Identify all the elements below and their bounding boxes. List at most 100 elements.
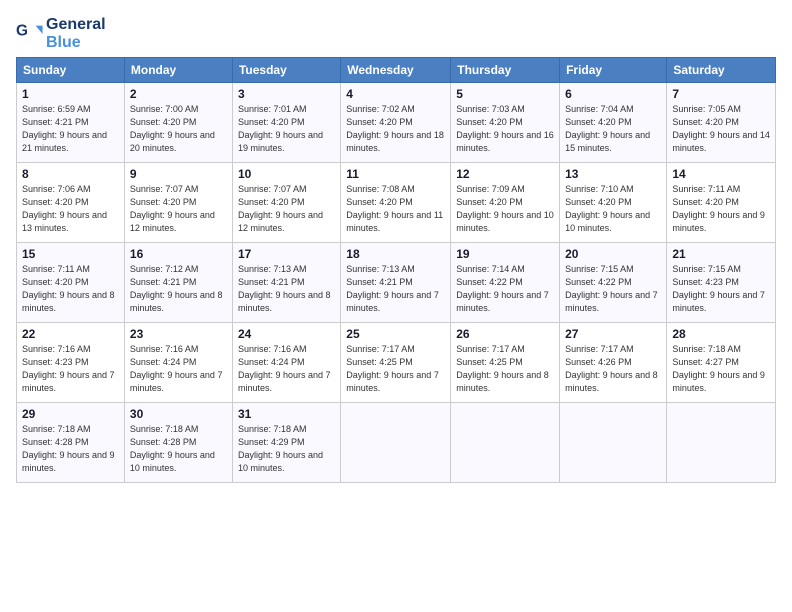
calendar-day-cell: 23 Sunrise: 7:16 AM Sunset: 4:24 PM Dayl…: [124, 323, 232, 403]
day-number: 3: [238, 87, 335, 101]
day-number: 31: [238, 407, 335, 421]
day-number: 30: [130, 407, 227, 421]
day-info: Sunrise: 7:18 AM Sunset: 4:28 PM Dayligh…: [22, 423, 119, 475]
calendar-day-cell: 1 Sunrise: 6:59 AM Sunset: 4:21 PM Dayli…: [17, 83, 125, 163]
calendar-day-cell: 17 Sunrise: 7:13 AM Sunset: 4:21 PM Dayl…: [232, 243, 340, 323]
calendar-day-cell: 12 Sunrise: 7:09 AM Sunset: 4:20 PM Dayl…: [451, 163, 560, 243]
calendar-day-cell: 7 Sunrise: 7:05 AM Sunset: 4:20 PM Dayli…: [667, 83, 776, 163]
day-info: Sunrise: 7:07 AM Sunset: 4:20 PM Dayligh…: [238, 183, 335, 235]
calendar-day-cell: 13 Sunrise: 7:10 AM Sunset: 4:20 PM Dayl…: [560, 163, 667, 243]
day-info: Sunrise: 7:08 AM Sunset: 4:20 PM Dayligh…: [346, 183, 445, 235]
calendar-day-cell: 25 Sunrise: 7:17 AM Sunset: 4:25 PM Dayl…: [341, 323, 451, 403]
day-number: 5: [456, 87, 554, 101]
calendar-day-cell: 29 Sunrise: 7:18 AM Sunset: 4:28 PM Dayl…: [17, 403, 125, 483]
calendar-day-cell: 2 Sunrise: 7:00 AM Sunset: 4:20 PM Dayli…: [124, 83, 232, 163]
calendar-day-cell: 24 Sunrise: 7:16 AM Sunset: 4:24 PM Dayl…: [232, 323, 340, 403]
calendar-day-cell: 19 Sunrise: 7:14 AM Sunset: 4:22 PM Dayl…: [451, 243, 560, 323]
calendar-week-row: 15 Sunrise: 7:11 AM Sunset: 4:20 PM Dayl…: [17, 243, 776, 323]
day-info: Sunrise: 7:13 AM Sunset: 4:21 PM Dayligh…: [346, 263, 445, 315]
day-number: 25: [346, 327, 445, 341]
calendar-day-cell: 11 Sunrise: 7:08 AM Sunset: 4:20 PM Dayl…: [341, 163, 451, 243]
day-info: Sunrise: 7:11 AM Sunset: 4:20 PM Dayligh…: [22, 263, 119, 315]
calendar-header-row: SundayMondayTuesdayWednesdayThursdayFrid…: [17, 58, 776, 83]
calendar-table: SundayMondayTuesdayWednesdayThursdayFrid…: [16, 57, 776, 483]
day-number: 26: [456, 327, 554, 341]
day-number: 15: [22, 247, 119, 261]
calendar-day-cell: 14 Sunrise: 7:11 AM Sunset: 4:20 PM Dayl…: [667, 163, 776, 243]
calendar-day-cell: 5 Sunrise: 7:03 AM Sunset: 4:20 PM Dayli…: [451, 83, 560, 163]
calendar-day-cell: 27 Sunrise: 7:17 AM Sunset: 4:26 PM Dayl…: [560, 323, 667, 403]
day-info: Sunrise: 7:17 AM Sunset: 4:25 PM Dayligh…: [346, 343, 445, 395]
calendar-day-cell: 26 Sunrise: 7:17 AM Sunset: 4:25 PM Dayl…: [451, 323, 560, 403]
day-info: Sunrise: 7:01 AM Sunset: 4:20 PM Dayligh…: [238, 103, 335, 155]
day-info: Sunrise: 7:18 AM Sunset: 4:27 PM Dayligh…: [672, 343, 770, 395]
day-info: Sunrise: 7:15 AM Sunset: 4:23 PM Dayligh…: [672, 263, 770, 315]
day-number: 27: [565, 327, 661, 341]
day-number: 21: [672, 247, 770, 261]
calendar-week-row: 22 Sunrise: 7:16 AM Sunset: 4:23 PM Dayl…: [17, 323, 776, 403]
day-number: 20: [565, 247, 661, 261]
calendar-day-cell: [451, 403, 560, 483]
calendar-day-cell: 16 Sunrise: 7:12 AM Sunset: 4:21 PM Dayl…: [124, 243, 232, 323]
day-number: 23: [130, 327, 227, 341]
day-info: Sunrise: 6:59 AM Sunset: 4:21 PM Dayligh…: [22, 103, 119, 155]
day-info: Sunrise: 7:03 AM Sunset: 4:20 PM Dayligh…: [456, 103, 554, 155]
day-info: Sunrise: 7:17 AM Sunset: 4:26 PM Dayligh…: [565, 343, 661, 395]
day-number: 12: [456, 167, 554, 181]
day-number: 4: [346, 87, 445, 101]
calendar-day-cell: 22 Sunrise: 7:16 AM Sunset: 4:23 PM Dayl…: [17, 323, 125, 403]
day-of-week-header: Tuesday: [232, 58, 340, 83]
day-number: 8: [22, 167, 119, 181]
calendar-day-cell: 3 Sunrise: 7:01 AM Sunset: 4:20 PM Dayli…: [232, 83, 340, 163]
calendar-day-cell: 18 Sunrise: 7:13 AM Sunset: 4:21 PM Dayl…: [341, 243, 451, 323]
logo-icon: G: [16, 20, 44, 48]
day-info: Sunrise: 7:14 AM Sunset: 4:22 PM Dayligh…: [456, 263, 554, 315]
day-info: Sunrise: 7:04 AM Sunset: 4:20 PM Dayligh…: [565, 103, 661, 155]
day-number: 13: [565, 167, 661, 181]
day-number: 10: [238, 167, 335, 181]
day-number: 1: [22, 87, 119, 101]
day-info: Sunrise: 7:17 AM Sunset: 4:25 PM Dayligh…: [456, 343, 554, 395]
day-number: 6: [565, 87, 661, 101]
day-info: Sunrise: 7:16 AM Sunset: 4:23 PM Dayligh…: [22, 343, 119, 395]
day-number: 18: [346, 247, 445, 261]
logo: G General Blue: [16, 16, 106, 51]
calendar-day-cell: 28 Sunrise: 7:18 AM Sunset: 4:27 PM Dayl…: [667, 323, 776, 403]
calendar-day-cell: 9 Sunrise: 7:07 AM Sunset: 4:20 PM Dayli…: [124, 163, 232, 243]
day-of-week-header: Saturday: [667, 58, 776, 83]
day-number: 17: [238, 247, 335, 261]
day-info: Sunrise: 7:16 AM Sunset: 4:24 PM Dayligh…: [238, 343, 335, 395]
day-of-week-header: Wednesday: [341, 58, 451, 83]
day-number: 24: [238, 327, 335, 341]
day-number: 2: [130, 87, 227, 101]
calendar-day-cell: 4 Sunrise: 7:02 AM Sunset: 4:20 PM Dayli…: [341, 83, 451, 163]
calendar-week-row: 8 Sunrise: 7:06 AM Sunset: 4:20 PM Dayli…: [17, 163, 776, 243]
day-of-week-header: Friday: [560, 58, 667, 83]
calendar-day-cell: 31 Sunrise: 7:18 AM Sunset: 4:29 PM Dayl…: [232, 403, 340, 483]
day-info: Sunrise: 7:09 AM Sunset: 4:20 PM Dayligh…: [456, 183, 554, 235]
calendar-day-cell: 10 Sunrise: 7:07 AM Sunset: 4:20 PM Dayl…: [232, 163, 340, 243]
day-number: 28: [672, 327, 770, 341]
header: G General Blue: [16, 12, 776, 51]
day-info: Sunrise: 7:18 AM Sunset: 4:29 PM Dayligh…: [238, 423, 335, 475]
calendar-week-row: 29 Sunrise: 7:18 AM Sunset: 4:28 PM Dayl…: [17, 403, 776, 483]
day-number: 11: [346, 167, 445, 181]
day-info: Sunrise: 7:02 AM Sunset: 4:20 PM Dayligh…: [346, 103, 445, 155]
day-info: Sunrise: 7:00 AM Sunset: 4:20 PM Dayligh…: [130, 103, 227, 155]
day-of-week-header: Thursday: [451, 58, 560, 83]
day-number: 9: [130, 167, 227, 181]
day-info: Sunrise: 7:06 AM Sunset: 4:20 PM Dayligh…: [22, 183, 119, 235]
calendar-day-cell: [341, 403, 451, 483]
day-info: Sunrise: 7:10 AM Sunset: 4:20 PM Dayligh…: [565, 183, 661, 235]
day-info: Sunrise: 7:11 AM Sunset: 4:20 PM Dayligh…: [672, 183, 770, 235]
calendar-day-cell: [560, 403, 667, 483]
day-number: 22: [22, 327, 119, 341]
calendar-day-cell: 6 Sunrise: 7:04 AM Sunset: 4:20 PM Dayli…: [560, 83, 667, 163]
calendar-day-cell: 20 Sunrise: 7:15 AM Sunset: 4:22 PM Dayl…: [560, 243, 667, 323]
calendar-day-cell: 15 Sunrise: 7:11 AM Sunset: 4:20 PM Dayl…: [17, 243, 125, 323]
day-number: 14: [672, 167, 770, 181]
day-number: 7: [672, 87, 770, 101]
day-info: Sunrise: 7:18 AM Sunset: 4:28 PM Dayligh…: [130, 423, 227, 475]
day-number: 16: [130, 247, 227, 261]
calendar-day-cell: 21 Sunrise: 7:15 AM Sunset: 4:23 PM Dayl…: [667, 243, 776, 323]
